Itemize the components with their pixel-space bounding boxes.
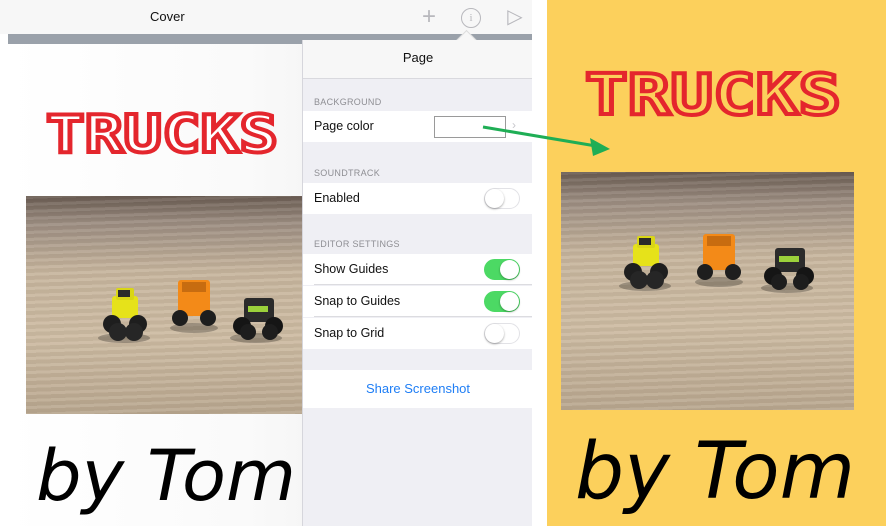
enabled-toggle[interactable] — [484, 188, 520, 209]
trucks-title-text: TRUCKS — [46, 110, 278, 162]
chevron-right-icon: › — [512, 118, 516, 132]
row-snap-to-guides[interactable]: Snap to Guides — [303, 286, 532, 317]
play-icon[interactable]: ▷ — [504, 6, 526, 28]
share-screenshot-button[interactable]: Share Screenshot — [303, 370, 532, 408]
row-show-guides[interactable]: Show Guides — [303, 254, 532, 285]
enabled-label: Enabled — [314, 191, 360, 205]
result-preview: TRUCKS by Tom — [547, 0, 886, 526]
row-enabled[interactable]: Enabled — [303, 183, 532, 214]
page-color-swatch[interactable] — [434, 116, 506, 138]
signature-image[interactable]: by Tom — [28, 428, 308, 516]
result-trucks-photo — [561, 172, 854, 410]
section-background: BACKGROUND — [314, 97, 382, 107]
result-trucks-title-art: TRUCKS — [583, 68, 843, 124]
page-settings-popover: Page BACKGROUND Page color › SOUNDTRACK … — [302, 40, 532, 526]
section-soundtrack: SOUNDTRACK — [314, 168, 381, 178]
signature-text: by Tom — [36, 435, 296, 516]
row-snap-to-grid[interactable]: Snap to Grid — [303, 318, 532, 349]
result-signature-text: by Tom — [575, 427, 855, 516]
trucks-title-art[interactable]: TRUCKS — [42, 110, 282, 162]
plus-icon[interactable]: + — [418, 5, 440, 29]
snap-grid-toggle[interactable] — [484, 323, 520, 344]
app-screenshot: Cover + i ▷ TRUCKS by Tom Page BACKGROUN… — [0, 0, 532, 526]
result-toy-trucks-image — [619, 234, 814, 293]
row-page-color[interactable]: Page color › — [303, 111, 532, 142]
page-title: Cover — [150, 9, 185, 24]
result-trucks-text: TRUCKS — [585, 68, 841, 124]
trucks-photo[interactable] — [26, 196, 302, 414]
show-guides-toggle[interactable] — [484, 259, 520, 280]
snap-guides-label: Snap to Guides — [314, 294, 401, 308]
toy-trucks-image — [98, 280, 283, 343]
show-guides-label: Show Guides — [314, 262, 389, 276]
result-signature-image: by Tom — [575, 427, 855, 516]
snap-grid-label: Snap to Grid — [314, 326, 385, 340]
section-editor-settings: EDITOR SETTINGS — [314, 239, 400, 249]
page-color-label: Page color — [314, 119, 374, 133]
snap-guides-toggle[interactable] — [484, 291, 520, 312]
top-toolbar: Cover + i ▷ — [0, 0, 532, 34]
info-icon[interactable]: i — [461, 8, 481, 28]
popover-title: Page — [303, 40, 532, 79]
